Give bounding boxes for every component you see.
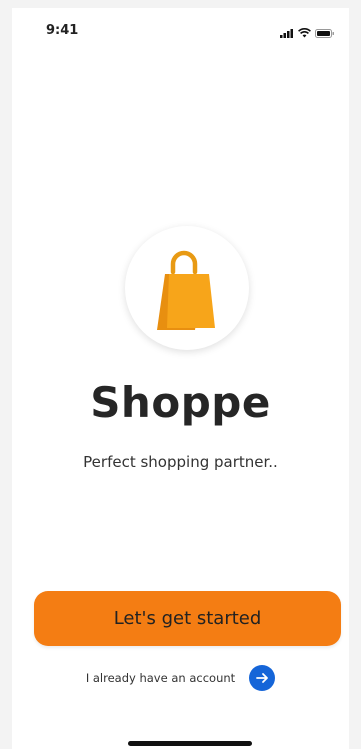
home-indicator bbox=[128, 741, 252, 746]
arrow-right-icon bbox=[256, 673, 269, 683]
logo-circle bbox=[125, 226, 249, 350]
wifi-icon bbox=[298, 25, 311, 43]
existing-account-row[interactable]: I already have an account bbox=[12, 665, 349, 691]
existing-account-link[interactable]: I already have an account bbox=[86, 671, 235, 685]
app-tagline: Perfect shopping partner.. bbox=[83, 453, 278, 471]
get-started-button[interactable]: Let's get started bbox=[34, 591, 341, 646]
status-time: 9:41 bbox=[46, 23, 79, 38]
status-icons bbox=[280, 25, 335, 43]
arrow-right-button[interactable] bbox=[249, 665, 276, 691]
battery-icon bbox=[315, 25, 335, 43]
shopping-bag-icon bbox=[157, 250, 215, 330]
app-title: Shoppe bbox=[90, 378, 271, 427]
welcome-screen: 9:41 Shoppe Perfect shopping partner.. L… bbox=[12, 8, 349, 749]
status-bar: 9:41 bbox=[12, 8, 349, 52]
signal-icon bbox=[280, 25, 294, 43]
